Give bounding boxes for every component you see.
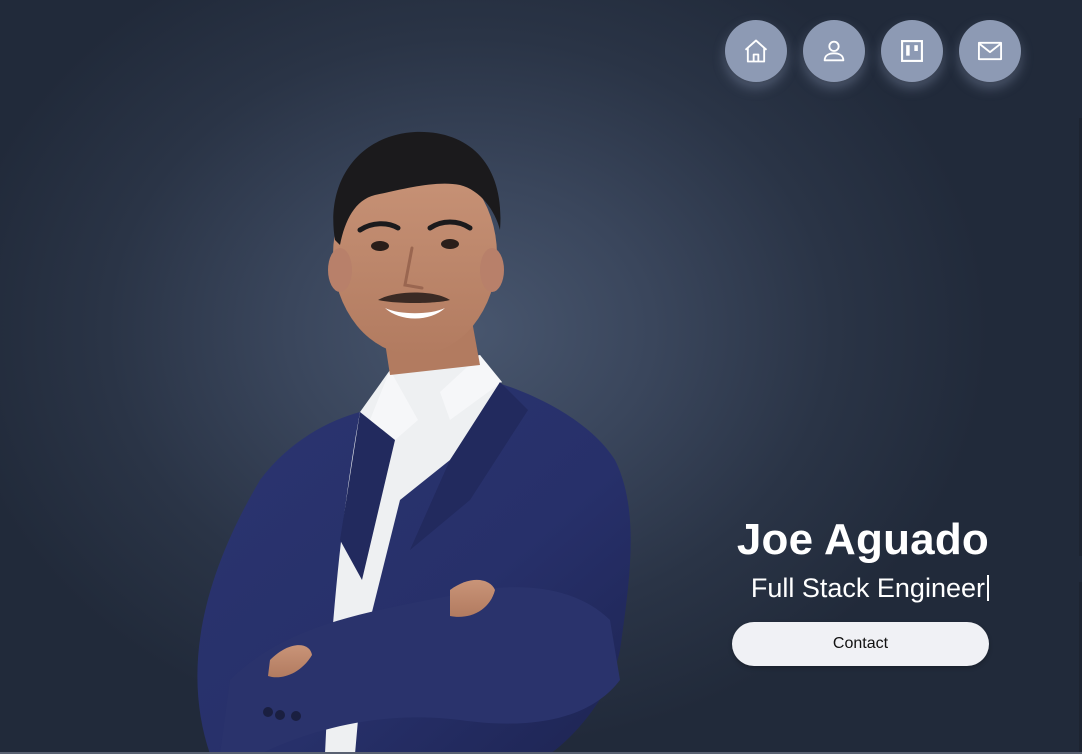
home-icon — [744, 39, 768, 63]
nav-contact-button[interactable] — [959, 20, 1021, 82]
hero-name: Joe Aguado — [736, 515, 989, 564]
typing-caret — [987, 575, 989, 601]
nav-projects-button[interactable] — [881, 20, 943, 82]
top-nav — [725, 20, 1021, 82]
hero-title-line: Full Stack Engineer — [737, 570, 989, 606]
kanban-icon — [901, 40, 923, 62]
user-icon — [823, 40, 845, 62]
hero-title: Full Stack Engineer — [750, 573, 985, 603]
hero-text: Joe Aguado Full Stack Engineer — [737, 512, 989, 606]
profile-photo — [197, 131, 631, 754]
mail-icon — [977, 41, 1003, 61]
nav-about-button[interactable] — [803, 20, 865, 82]
contact-button[interactable]: Contact — [732, 622, 989, 666]
nav-home-button[interactable] — [725, 20, 787, 82]
